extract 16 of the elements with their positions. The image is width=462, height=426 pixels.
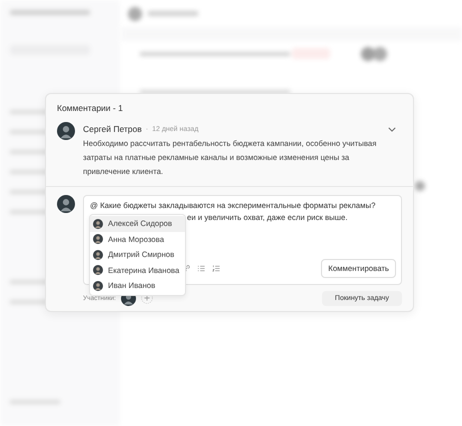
avatar-icon <box>93 234 103 244</box>
avatar-icon <box>93 250 103 260</box>
numbered-list-icon[interactable] <box>212 264 221 273</box>
avatar-icon <box>93 280 103 291</box>
avatar-icon <box>93 218 103 229</box>
avatar-icon <box>57 195 75 213</box>
author-name: Сергей Петров <box>83 124 142 134</box>
avatar-icon <box>128 7 142 21</box>
chevron-down-icon[interactable] <box>388 126 396 132</box>
avatar-icon <box>57 122 75 140</box>
bullet-list-icon[interactable] <box>197 264 206 273</box>
blurred-text <box>148 11 198 16</box>
modal-title: Комментарии - 1 <box>56 102 124 113</box>
avatar-group-icon <box>361 47 387 61</box>
avatar-icon <box>93 265 103 276</box>
avatar-icon <box>415 181 425 191</box>
